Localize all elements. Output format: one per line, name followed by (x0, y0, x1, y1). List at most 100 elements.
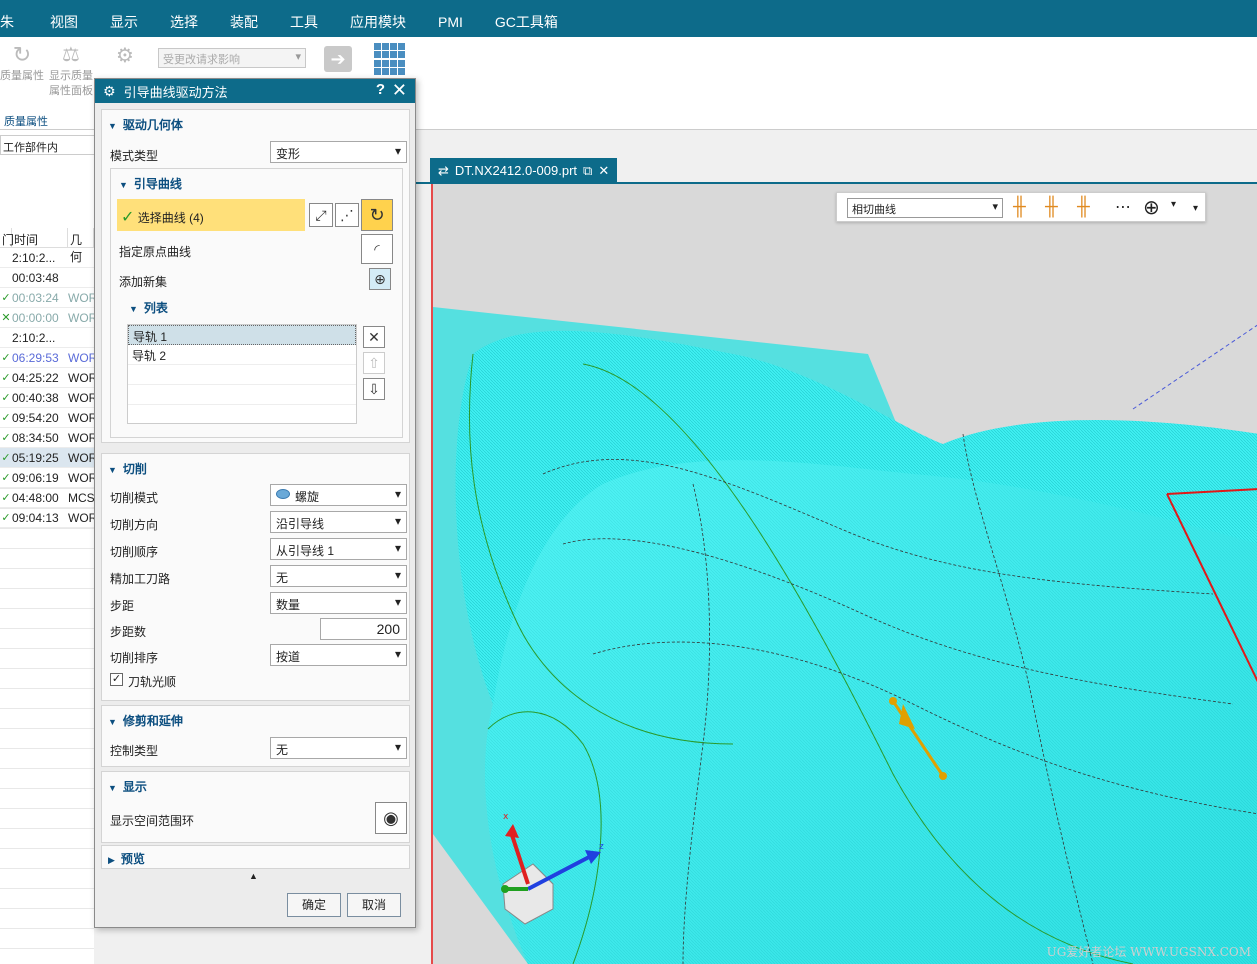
show-mass-button[interactable]: ⚖ 显示质量 属性面板 (46, 41, 96, 99)
cut-pattern-select[interactable]: 螺旋 (270, 484, 407, 506)
snap-point-icon-3[interactable]: ╫ (1077, 196, 1090, 217)
table-row[interactable]: ✕00:00:00 WOR (0, 308, 94, 328)
table-row[interactable]: ✓05:19:25 WOR (0, 448, 94, 468)
drive-geometry-group: ▼驱动几何体 模式类型 变形 ▼引导曲线 ✓ 选择曲线 (4) ⤢ ⋰ ↻ 指定… (101, 109, 410, 443)
menu-view[interactable]: 视图 (34, 0, 94, 37)
control-type-select[interactable]: 无 (270, 737, 407, 759)
time-cell: 2:10:2... (12, 330, 56, 345)
table-row[interactable]: ✓00:40:38 WOR (0, 388, 94, 408)
move-down-icon[interactable]: ⇩ (363, 378, 385, 400)
finish-pass-select[interactable]: 无 (270, 565, 407, 587)
guide-curves-header[interactable]: ▼ 引导曲线 (111, 169, 402, 192)
mass-props-button[interactable]: ↻ 质量属性 (0, 41, 44, 84)
table-row[interactable]: 2:10:2... (0, 328, 94, 348)
curve-start-point[interactable] (889, 697, 897, 705)
col-header-0[interactable]: 门 (0, 228, 14, 247)
table-row[interactable]: ✓00:03:24 WOR (0, 288, 94, 308)
snap-target-icon[interactable]: ⊕ (1143, 195, 1160, 220)
part-tab[interactable]: ⇄ DT.NX2412.0-009.prt ⧉ ✕ (430, 158, 618, 184)
arrow-right-icon[interactable]: ➔ (324, 46, 352, 72)
col-header-time[interactable]: 时间 (12, 228, 68, 247)
curve-select-icon[interactable]: ↻ (361, 199, 393, 231)
tab-popout-icon[interactable]: ⧉ (583, 163, 592, 184)
menu-pmi[interactable]: PMI (422, 0, 479, 37)
curve-end-point[interactable] (939, 772, 947, 780)
list-header[interactable]: ▼ 列表 (123, 293, 168, 316)
status-icon: ✓ (1, 372, 11, 384)
menu-tools[interactable]: 工具 (274, 0, 334, 37)
ok-button[interactable]: 确定 (287, 893, 341, 917)
geometry-cell: WOR (68, 470, 94, 485)
tab-close-icon[interactable]: ✕ (598, 163, 609, 184)
cancel-button[interactable]: 取消 (347, 893, 401, 917)
stepover-select[interactable]: 数量 (270, 592, 407, 614)
display-header[interactable]: ▼ 显示 (102, 772, 409, 795)
preview-header[interactable]: ▶ 预览 (102, 846, 409, 867)
eye-icon[interactable]: ◉ (375, 802, 407, 834)
deselect-curves-icon[interactable]: ⤢ (309, 203, 333, 227)
time-cell: 08:34:50 (12, 430, 59, 445)
mode-type-select[interactable]: 变形 (270, 141, 407, 163)
guide-list: 导轨 1 导轨 2 (127, 324, 357, 424)
help-button[interactable]: ? (376, 81, 385, 98)
table-row[interactable]: ✓04:25:22 WOR (0, 368, 94, 388)
trim-extend-header[interactable]: ▼ 修剪和延伸 (102, 706, 409, 729)
svg-text:x: x (503, 812, 509, 822)
geometry-cell: WOR (68, 310, 94, 325)
table-row[interactable]: 00:03:48 (0, 268, 94, 288)
show-range-ring-label: 显示空间范围环 (110, 814, 195, 828)
list-item[interactable]: 导轨 2 (128, 345, 356, 365)
drive-geometry-header[interactable]: ▼ 驱动几何体 (102, 110, 409, 133)
toolbar-overflow-icon[interactable]: ▾ (1193, 203, 1198, 214)
grid-icon[interactable] (374, 43, 406, 75)
menu-gc-toolkit[interactable]: GC工具箱 (479, 0, 574, 37)
cut-direction-select[interactable]: 沿引导线 (270, 511, 407, 533)
menu-assembly[interactable]: 装配 (214, 0, 274, 37)
axis-dashed-line (1132, 324, 1257, 410)
status-icon: ✓ (1, 412, 11, 424)
table-row[interactable]: ✓08:34:50 WOR (0, 428, 94, 448)
menu-display[interactable]: 显示 (94, 0, 154, 37)
menu-select[interactable]: 选择 (154, 0, 214, 37)
more-icon[interactable]: ⋯ (1115, 197, 1131, 217)
origin-curve-icon[interactable]: ◜ (361, 234, 393, 264)
chevron-down-icon[interactable]: ▾ (1171, 199, 1176, 210)
cut-order-select[interactable]: 从引导线 1 (270, 538, 407, 560)
table-row[interactable]: ✓09:06:19 WOR (0, 468, 94, 488)
change-request-icon: ⚙ (116, 45, 134, 67)
cut-header[interactable]: ▼ 切削 (102, 454, 409, 477)
move-up-icon[interactable]: ⇧ (363, 352, 385, 374)
table-row[interactable]: 2:10:2... (0, 248, 94, 268)
add-new-set-icon[interactable]: ⊕ (369, 268, 391, 290)
select-curves-row[interactable]: ✓ 选择曲线 (4) (117, 199, 305, 231)
control-type-label: 控制类型 (110, 744, 159, 758)
graphics-window[interactable]: x z UG爱好者论坛 WWW.UGSNX.COM (431, 184, 1257, 964)
preview-group: ▶ 预览 (101, 845, 410, 869)
close-button[interactable]: ✕ (392, 80, 407, 101)
snap-point-icon-2[interactable]: ╫ (1045, 196, 1058, 217)
table-row[interactable]: ✓06:29:53 WOR (0, 348, 94, 368)
menu-item-0[interactable]: 朱 (0, 0, 34, 37)
smooth-checkbox[interactable]: ✓ (110, 673, 123, 686)
geometry-cell: WOR (68, 450, 94, 465)
step-count-input[interactable]: 200 (320, 618, 407, 640)
table-row[interactable]: ✓09:54:20 WOR (0, 408, 94, 428)
geometry-cell: WOR (68, 350, 94, 365)
change-request-select[interactable]: 受更改请求影响 (158, 48, 306, 68)
col-header-geometry[interactable]: 几何 (68, 228, 94, 264)
gear-icon: ⚙ (103, 82, 116, 99)
dialog-title-bar[interactable]: ⚙ 引导曲线驱动方法 ? ✕ (95, 79, 415, 103)
collapse-up-icon[interactable]: ▲ (249, 871, 258, 881)
work-part-combo[interactable]: 工作部件内 (0, 135, 96, 155)
time-cell: 06:29:53 (12, 350, 59, 365)
snap-point-icon-1[interactable]: ╫ (1013, 196, 1026, 217)
time-cell: 00:40:38 (12, 390, 59, 405)
cut-sort-select[interactable]: 按道 (270, 644, 407, 666)
curve-points-icon[interactable]: ⋰ (335, 203, 359, 227)
mass-props-combo[interactable]: 质量属性 (0, 110, 98, 130)
curve-rule-select[interactable]: 相切曲线 (847, 198, 1003, 218)
remove-icon[interactable]: ✕ (363, 326, 385, 348)
list-item[interactable]: 导轨 1 (128, 325, 356, 345)
menu-applications[interactable]: 应用模块 (334, 0, 422, 37)
smooth-label: 刀轨光顺 (128, 675, 177, 689)
